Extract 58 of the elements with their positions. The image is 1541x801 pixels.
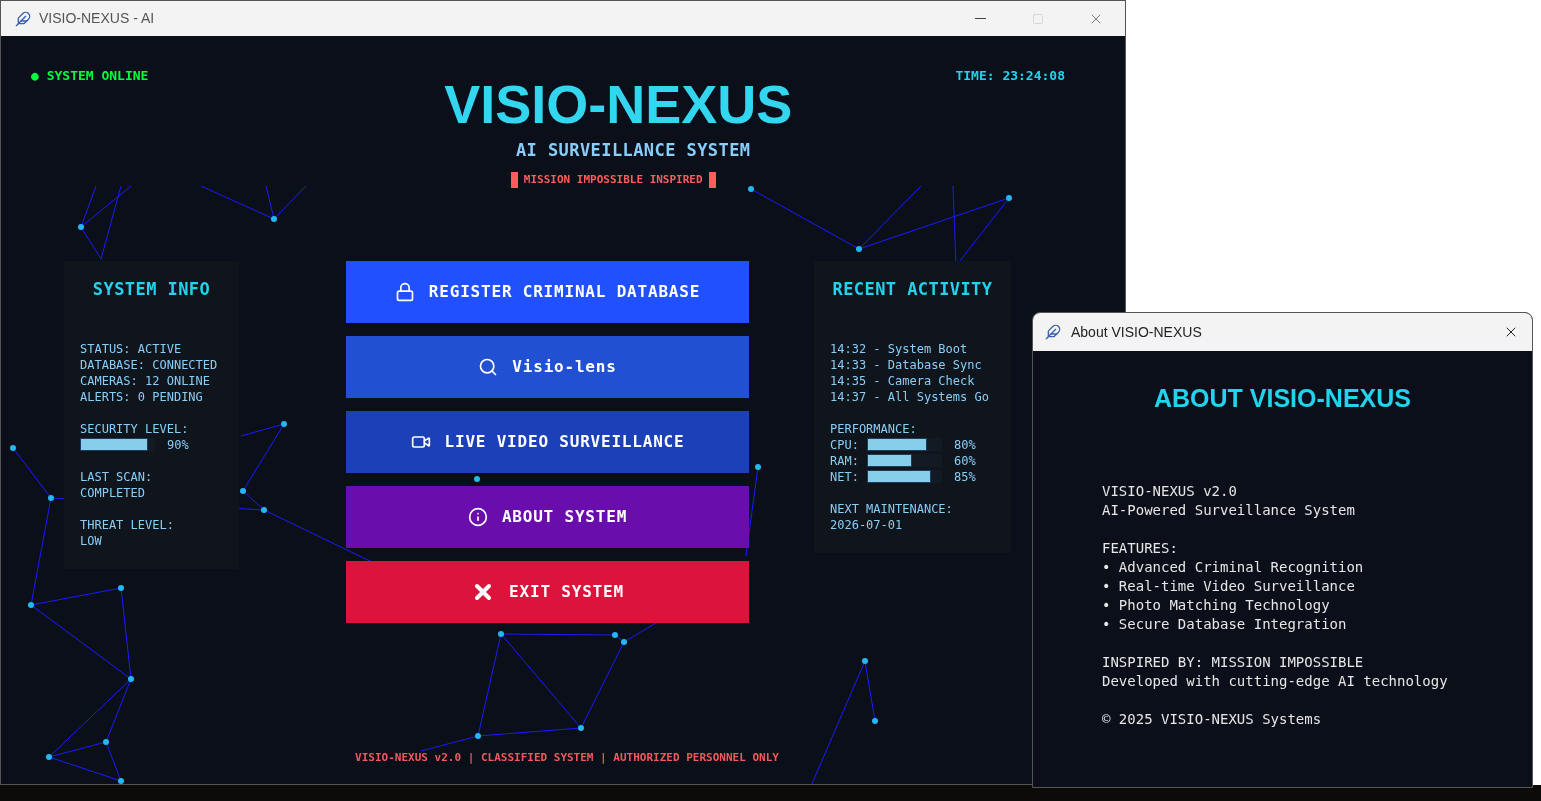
info-text: 2026-07-01	[830, 516, 904, 533]
info-text: 14:35 - Camera Check	[830, 372, 976, 389]
minimize-icon	[974, 18, 986, 19]
meter-name: RAM:	[830, 452, 860, 469]
about-text: Developed with cutting-edge AI technology	[1102, 671, 1449, 691]
meter-name: CPU:	[830, 436, 860, 453]
feather-icon	[1045, 324, 1061, 340]
info-text: COMPLETED	[80, 484, 147, 501]
menu-button[interactable]: EXIT SYSTEM	[346, 561, 749, 623]
meter-reading: 60%	[954, 452, 976, 469]
info-text: CAMERAS: 12 ONLINE	[80, 372, 212, 389]
footer-text: VISIO-NEXUS v2.0 | CLASSIFIED SYSTEM | AUTHORIZED PERSONNEL ONLY	[355, 749, 779, 766]
menu-button[interactable]: REGISTER CRIMINAL DATABASE	[346, 261, 749, 323]
info-text: 14:37 - All Systems Go	[830, 388, 990, 405]
tagline: MISSION IMPOSSIBLE INSPIRED	[523, 171, 703, 188]
about-text: © 2025 VISIO-NEXUS Systems	[1102, 709, 1323, 729]
status-indicator: ● SYSTEM ONLINE	[31, 67, 150, 85]
meter-label: SECURITY LEVEL:	[80, 420, 190, 437]
about-heading: ABOUT VISIO-NEXUS	[1154, 383, 1411, 414]
info-text: DATABASE: CONNECTED	[80, 356, 219, 373]
info-text: NEXT MAINTENANCE:	[830, 500, 954, 517]
maximize-icon	[1032, 12, 1044, 25]
meter-label: PERFORMANCE:	[830, 420, 918, 437]
info-text: THREAT LEVEL:	[80, 516, 175, 533]
window-title: About VISIO-NEXUS	[1071, 322, 1202, 342]
panel-title: SYSTEM INFO	[91, 278, 212, 301]
panel-title: RECENT ACTIVITY	[831, 278, 994, 301]
lock-icon	[394, 282, 415, 302]
meter-reading: 90%	[167, 436, 189, 453]
meter-name: NET:	[830, 468, 860, 485]
feather-icon	[15, 10, 31, 27]
about-text: AI-Powered Surveillance System	[1102, 500, 1356, 520]
meter-reading: 80%	[954, 436, 976, 453]
info-icon	[467, 507, 488, 527]
menu-button[interactable]: LIVE VIDEO SURVEILLANCE	[346, 411, 749, 473]
about-text: FEATURES:	[1102, 538, 1179, 558]
tagline-bar	[510, 171, 518, 188]
window-title: VISIO-NEXUS - AI	[39, 9, 155, 28]
search-icon	[478, 357, 499, 377]
about-text: • Advanced Criminal Recognition	[1102, 557, 1365, 577]
info-text: ALERTS: 0 PENDING	[80, 388, 204, 405]
meter-reading: 85%	[954, 468, 976, 485]
tagline-bar	[708, 171, 716, 188]
info-text: LOW	[80, 532, 103, 549]
clock-text: TIME: 23:24:08	[955, 67, 1065, 85]
about-text: INSPIRED BY: MISSION IMPOSSIBLE	[1102, 652, 1365, 672]
about-text: • Photo Matching Technology	[1102, 595, 1331, 615]
info-text: 14:32 - System Boot	[830, 340, 969, 357]
info-text: 14:33 - Database Sync	[830, 356, 983, 373]
menu-button[interactable]: ABOUT SYSTEM	[346, 486, 749, 548]
about-text: VISIO-NEXUS v2.0	[1102, 481, 1238, 501]
info-text: STATUS: ACTIVE	[80, 340, 183, 357]
about-text: • Secure Database Integration	[1102, 614, 1348, 634]
info-text: LAST SCAN:	[80, 468, 154, 485]
about-text: • Real-time Video Surveillance	[1102, 576, 1356, 596]
menu-button[interactable]: Visio-lens	[346, 336, 749, 398]
app-subtitle: AI SURVEILLANCE SYSTEM	[515, 139, 751, 162]
app-title: VISIO-NEXUS	[444, 76, 793, 132]
